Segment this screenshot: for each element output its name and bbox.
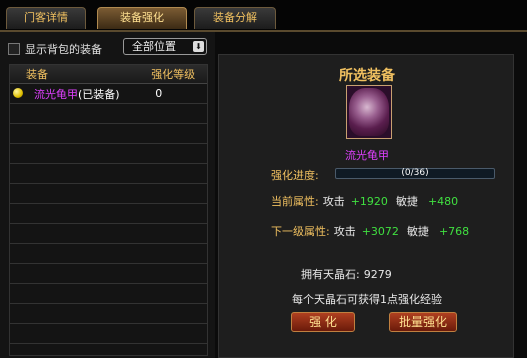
batch-enhance-button[interactable]: 批量强化	[389, 312, 457, 332]
row-item-level: 0	[155, 87, 163, 100]
current-attr-label: 当前属性:	[271, 195, 319, 208]
row-item-title: 流光龟甲	[34, 87, 78, 101]
tab-disciple-details[interactable]: 门客详情	[6, 7, 86, 29]
equipment-list-panel: 显示背包的装备 全部位置 ⬇ 装备 强化等级 流光龟甲(已装备) 0	[0, 32, 215, 358]
current-attack-value: +1920	[350, 194, 388, 208]
enhance-panel: 所选装备 流光龟甲 强化进度: (0/36) 当前属性: 攻击 +1920 敏捷…	[215, 32, 527, 358]
table-row-empty	[10, 224, 207, 244]
progress-text: (0/36)	[401, 168, 429, 178]
tab-equipment-decompose[interactable]: 装备分解	[194, 7, 276, 29]
enhance-button[interactable]: 强 化	[291, 312, 355, 332]
owned-crystal: 拥有天晶石: 9279	[301, 266, 392, 282]
tab-equipment-enhance[interactable]: 装备强化	[97, 7, 187, 29]
owned-crystal-label: 拥有天晶石:	[301, 268, 360, 281]
row-item-name: 流光龟甲(已装备)	[10, 86, 155, 102]
table-row-empty	[10, 124, 207, 144]
table-row-empty	[10, 184, 207, 204]
position-select-value: 全部位置	[132, 40, 176, 53]
table-row-empty	[10, 304, 207, 324]
row-item-suffix: (已装备)	[78, 87, 120, 101]
header-level: 强化等级	[151, 68, 196, 81]
equipment-table-header: 装备 强化等级	[10, 65, 207, 84]
next-attributes: 下一级属性: 攻击 +3072 敏捷 +768	[271, 223, 469, 239]
enhance-progress-bar: (0/36)	[335, 168, 495, 179]
item-icon-frame[interactable]	[346, 85, 392, 139]
table-row-empty	[10, 264, 207, 284]
position-select[interactable]: 全部位置 ⬇	[123, 38, 207, 55]
table-row-empty	[10, 164, 207, 184]
selected-item-name: 流光龟甲	[345, 149, 389, 162]
owned-crystal-value: 9279	[363, 268, 392, 281]
next-agility-label: 敏捷	[406, 225, 429, 238]
table-row-empty	[10, 324, 207, 344]
progress-label: 强化进度:	[271, 169, 319, 182]
next-attack-value: +3072	[361, 224, 399, 238]
show-bag-row[interactable]: 显示背包的装备	[8, 40, 102, 58]
exp-hint: 每个天晶石可获得1点强化经验	[292, 293, 442, 306]
next-attr-label: 下一级属性:	[271, 225, 330, 238]
table-row[interactable]: 流光龟甲(已装备) 0	[10, 84, 207, 104]
equipment-table: 装备 强化等级 流光龟甲(已装备) 0	[9, 64, 208, 356]
table-row-empty	[10, 144, 207, 164]
selected-indicator-icon	[13, 88, 23, 98]
enhance-inner: 所选装备 流光龟甲 强化进度: (0/36) 当前属性: 攻击 +1920 敏捷…	[218, 54, 514, 358]
tab-bar: 门客详情 装备强化 装备分解	[0, 0, 527, 32]
table-row-empty	[10, 244, 207, 264]
table-row-empty	[10, 204, 207, 224]
equipment-rows: 流光龟甲(已装备) 0	[10, 84, 207, 344]
show-bag-checkbox[interactable]	[8, 43, 20, 55]
current-attributes: 当前属性: 攻击 +1920 敏捷 +480	[271, 193, 458, 209]
table-row-empty	[10, 104, 207, 124]
current-attack-label: 攻击	[322, 195, 345, 208]
turtle-shell-icon	[349, 88, 389, 136]
chevron-down-icon[interactable]: ⬇	[193, 41, 204, 52]
next-attack-label: 攻击	[333, 225, 356, 238]
header-name: 装备	[26, 68, 48, 81]
selected-equipment-title: 所选装备	[339, 68, 395, 84]
next-agility-value: +768	[438, 224, 470, 238]
show-bag-label: 显示背包的装备	[25, 43, 102, 56]
current-agility-value: +480	[427, 194, 459, 208]
table-row-empty	[10, 284, 207, 304]
current-agility-label: 敏捷	[395, 195, 418, 208]
